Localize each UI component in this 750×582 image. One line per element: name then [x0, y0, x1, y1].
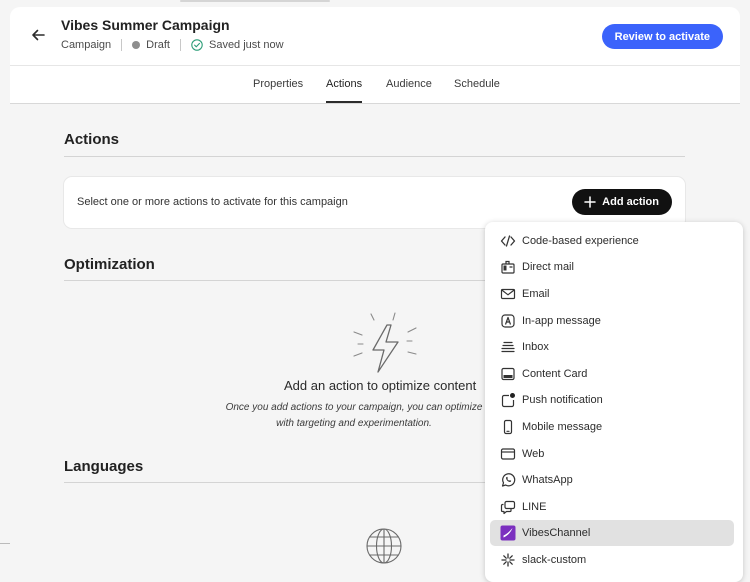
code-icon: [500, 233, 516, 249]
menu-item-slack-custom[interactable]: slack-custom: [490, 547, 734, 573]
menu-item-whatsapp[interactable]: WhatsApp: [490, 467, 734, 493]
menu-item-direct-mail[interactable]: Direct mail: [490, 254, 734, 280]
campaign-meta: Campaign Draft Saved just now: [61, 39, 284, 51]
actions-card: Select one or more actions to activate f…: [64, 177, 685, 228]
menu-item-push-notification[interactable]: Push notification: [490, 387, 734, 413]
menu-item-content-card[interactable]: Content Card: [490, 361, 734, 387]
line-icon: [500, 499, 516, 515]
tab-bar: Properties Actions Audience Schedule: [10, 65, 740, 104]
menu-item-label: WhatsApp: [522, 474, 573, 486]
actions-prompt: Select one or more actions to activate f…: [77, 196, 348, 208]
add-action-menu: Code-based experience Direct mail Email …: [485, 222, 743, 582]
menu-item-label: slack-custom: [522, 554, 587, 566]
top-edge: [0, 0, 750, 7]
menu-item-email[interactable]: Email: [490, 281, 734, 307]
whatsapp-icon: [500, 472, 516, 488]
menu-item-label: Email: [522, 288, 550, 300]
optimization-empty-title: Add an action to optimize content: [284, 378, 477, 393]
add-action-button[interactable]: Add action: [572, 189, 672, 215]
menu-item-label: VibesChannel: [522, 527, 591, 539]
content-card-icon: [500, 366, 516, 382]
status-badge: Draft: [146, 39, 170, 51]
campaign-header: Vibes Summer Campaign Campaign Draft Sav…: [10, 7, 740, 65]
top-edge-handle: [180, 0, 330, 2]
saved-status: Saved just now: [208, 39, 284, 51]
saved-check-icon: [191, 39, 203, 51]
menu-item-label: Direct mail: [522, 261, 574, 273]
tab-properties[interactable]: Properties: [253, 78, 303, 90]
actions-divider: [64, 156, 685, 157]
web-icon: [500, 446, 516, 462]
edge-tick: [0, 543, 10, 544]
push-icon: [500, 392, 516, 408]
menu-item-line[interactable]: LINE: [490, 494, 734, 520]
menu-item-label: LINE: [522, 501, 547, 513]
review-to-activate-button[interactable]: Review to activate: [601, 24, 723, 49]
menu-item-label: Content Card: [522, 368, 588, 380]
direct-mail-icon: [500, 259, 516, 275]
languages-heading: Languages: [64, 458, 144, 475]
lightning-bolt-icon: [350, 310, 420, 376]
menu-item-label: In-app message: [522, 315, 601, 327]
tab-actions[interactable]: Actions: [326, 78, 363, 103]
menu-item-inbox[interactable]: Inbox: [490, 334, 734, 360]
menu-item-web[interactable]: Web: [490, 441, 734, 467]
campaign-type: Campaign: [61, 39, 112, 51]
inbox-icon: [500, 339, 516, 355]
menu-item-code-based-experience[interactable]: Code-based experience: [490, 228, 734, 254]
actions-heading: Actions: [64, 131, 120, 148]
menu-item-vibeschannel[interactable]: VibesChannel: [490, 520, 734, 546]
globe-icon: [365, 527, 403, 565]
menu-item-in-app-message[interactable]: In-app message: [490, 308, 734, 334]
in-app-icon: [500, 313, 516, 329]
vibes-logo-icon: [500, 525, 516, 541]
tab-schedule[interactable]: Schedule: [454, 78, 500, 90]
tab-audience[interactable]: Audience: [386, 78, 432, 90]
plus-icon: [584, 196, 596, 208]
meta-divider: [121, 39, 123, 51]
slack-icon: [500, 552, 516, 568]
menu-item-mobile-message[interactable]: Mobile message: [490, 414, 734, 440]
mobile-icon: [500, 419, 516, 435]
meta-divider: [179, 39, 181, 51]
menu-item-label: Web: [522, 448, 545, 460]
email-icon: [500, 286, 516, 302]
menu-item-label: Mobile message: [522, 421, 603, 433]
menu-item-label: Code-based experience: [522, 235, 639, 247]
menu-item-label: Inbox: [522, 341, 549, 353]
menu-item-label: Push notification: [522, 394, 603, 406]
optimization-empty-description: Once you add actions to your campaign, y…: [225, 402, 483, 429]
status-dot-icon: [132, 41, 141, 49]
add-action-label: Add action: [602, 196, 659, 208]
optimization-heading: Optimization: [64, 256, 155, 273]
page-title: Vibes Summer Campaign: [61, 17, 230, 33]
back-arrow-icon[interactable]: [30, 27, 46, 43]
